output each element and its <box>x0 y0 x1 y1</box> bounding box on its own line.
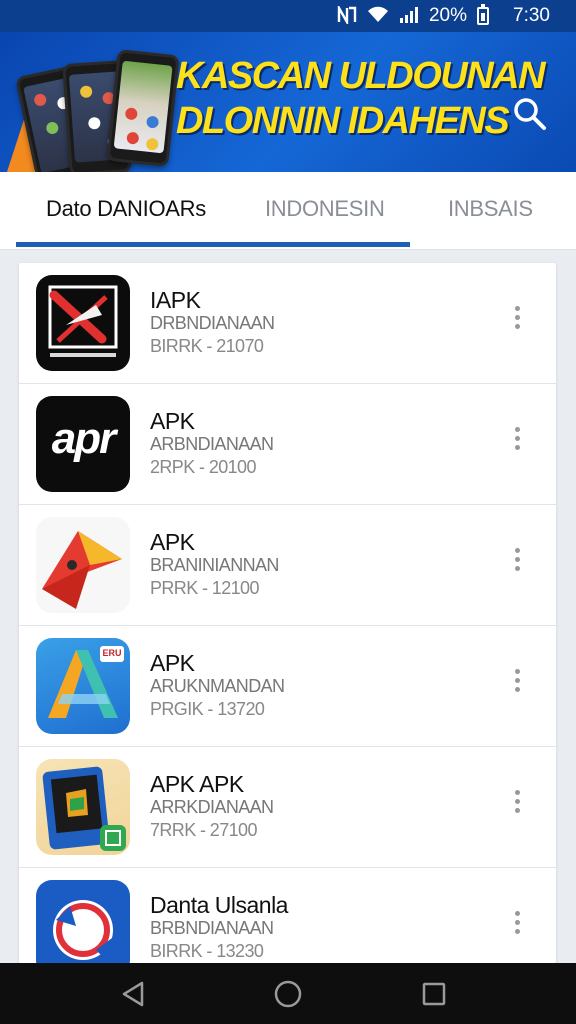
app-name: APK APK <box>150 771 244 797</box>
app-name: APK <box>150 408 195 434</box>
app-developer: ARRKDIANAAN <box>150 797 274 817</box>
banner-title: KASCAN ULDOUNAN DLONNIN IDAHENS <box>176 54 546 144</box>
app-developer: ARBNDIANAAN <box>150 434 274 454</box>
system-nav-bar <box>0 963 576 1024</box>
nfc-icon <box>337 2 357 27</box>
tab-dato[interactable]: Dato DANIOARs <box>46 196 206 222</box>
header-banner: KASCAN ULDOUNAN DLONNIN IDAHENS <box>0 32 576 172</box>
list-item[interactable]: APK BRANINIANNAN PRRK - 12100 <box>19 505 556 626</box>
app-name: APK <box>150 650 195 676</box>
app-meta: PRRK - 12100 <box>150 578 259 598</box>
app-developer: DRBNDIANAAN <box>150 313 275 333</box>
app-icon-text: apr <box>51 414 116 463</box>
list-item[interactable]: Danta Ulsanla BRBNDIANAAN BIRRK - 13230 <box>19 868 556 963</box>
app-list: IAPK DRBNDIANAAN BIRRK - 21070 apr APK A… <box>19 263 556 963</box>
recents-button[interactable] <box>414 977 454 1011</box>
app-meta: PRGIK - 13720 <box>150 699 265 719</box>
banner-title-line: DLONNIN IDAHENS <box>176 100 510 142</box>
wifi-icon <box>367 6 389 27</box>
app-meta: BIRRK - 13230 <box>150 941 264 961</box>
app-meta: 2RPK - 20100 <box>150 457 256 477</box>
search-icon <box>514 98 546 130</box>
more-options-icon[interactable] <box>503 299 531 335</box>
status-bar: 20% 7:30 <box>0 0 576 32</box>
battery-icon <box>477 4 490 25</box>
app-name: Danta Ulsanla <box>150 892 288 918</box>
back-icon <box>122 981 144 1007</box>
battery-percent: 20% <box>428 5 468 26</box>
tab-indonesin[interactable]: INDONESIN <box>265 196 385 222</box>
app-developer: ARUKNMANDAN <box>150 676 285 696</box>
app-icon <box>36 275 130 371</box>
more-options-icon[interactable] <box>503 541 531 577</box>
app-icon: ERU <box>36 638 130 734</box>
more-options-icon[interactable] <box>503 783 531 819</box>
home-button[interactable] <box>268 977 308 1011</box>
phone-illustration <box>106 49 180 167</box>
tab-bar: Dato DANIOARs INDONESIN INBSAIS <box>0 172 576 250</box>
app-icon: apr <box>36 396 130 492</box>
app-icon <box>36 880 130 963</box>
list-item[interactable]: APK APK ARRKDIANAAN 7RRK - 27100 <box>19 747 556 868</box>
signal-icon <box>399 6 419 27</box>
app-icon-badge: ERU <box>102 648 122 658</box>
tab-inbsais[interactable]: INBSAIS <box>448 196 533 222</box>
app-name: IAPK <box>150 287 201 313</box>
list-item[interactable]: IAPK DRBNDIANAAN BIRRK - 21070 <box>19 263 556 384</box>
app-meta: 7RRK - 27100 <box>150 820 257 840</box>
list-item[interactable]: apr APK ARBNDIANAAN 2RPK - 20100 <box>19 384 556 505</box>
more-options-icon[interactable] <box>503 904 531 940</box>
banner-title-line: KASCAN ULDOUNAN <box>176 55 546 97</box>
recents-icon <box>422 982 446 1006</box>
tab-indicator <box>16 242 410 247</box>
app-meta: BIRRK - 21070 <box>150 336 264 356</box>
back-button[interactable] <box>113 977 153 1011</box>
more-options-icon[interactable] <box>503 662 531 698</box>
app-developer: BRANINIANNAN <box>150 555 279 575</box>
app-developer: BRBNDIANAAN <box>150 918 274 938</box>
app-name: APK <box>150 529 195 555</box>
list-item[interactable]: ERU APK ARUKNMANDAN PRGIK - 13720 <box>19 626 556 747</box>
app-icon <box>36 759 130 855</box>
app-icon <box>36 517 130 613</box>
home-icon <box>274 980 302 1008</box>
search-button[interactable] <box>506 90 554 138</box>
clock: 7:30 <box>513 5 550 26</box>
more-options-icon[interactable] <box>503 420 531 456</box>
